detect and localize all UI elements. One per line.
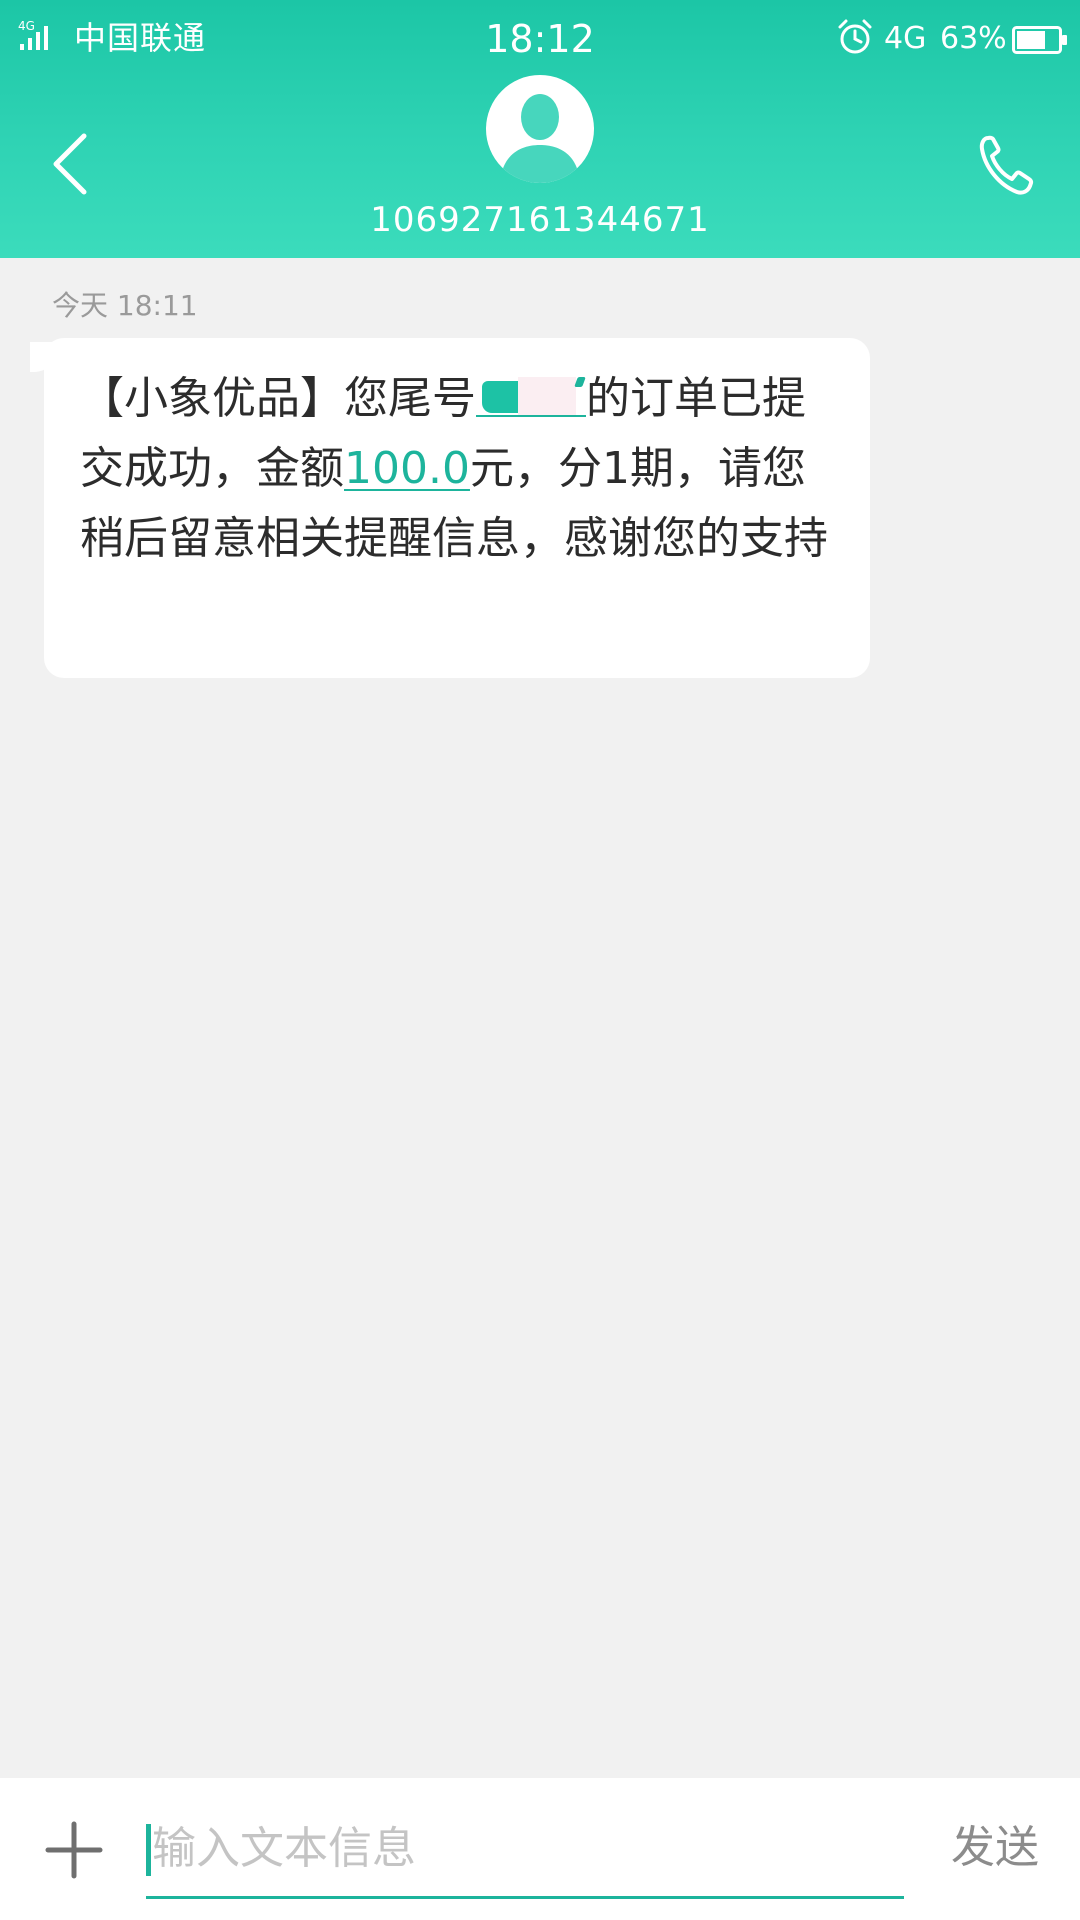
amount-link[interactable]: 100.0 [344,443,470,494]
plus-icon [45,1821,103,1879]
chevron-left-icon [53,133,87,195]
text-cursor [146,1824,151,1876]
network-type: 4G [884,21,927,56]
call-button[interactable] [974,130,1038,200]
redacted-number [476,375,586,417]
network-badge: 4G [18,19,35,33]
send-button[interactable]: 发送 [940,1816,1050,1880]
contact-avatar[interactable] [486,75,594,183]
phone-icon [979,135,1034,195]
contact-number: 106927161344671 [370,200,710,240]
message-input-wrapper [146,1800,904,1899]
signal-strength-icon: 4G [18,19,48,50]
conversation-header: 4G 中国联通 18:12 4G 63% 106927161344671 [0,0,1080,258]
battery-icon [1012,26,1067,54]
message-timestamp: 今天 18:11 [52,289,198,322]
message-part-prefix: 【小象优品】您尾号 [80,373,476,424]
carrier-name: 中国联通 [74,19,207,57]
alarm-clock-icon [838,19,872,54]
back-button[interactable] [40,126,100,202]
battery-percentage: 63% [940,21,1007,56]
sms-conversation-screen: 4G 中国联通 18:12 4G 63% 106927161344671 今天 … [0,0,1080,1920]
status-bar: 4G 中国联通 18:12 4G 63% [0,0,1080,78]
message-text: 【小象优品】您尾号 的订单已提交成功，金额100.0元，分1期，请您稍后留意相关提… [80,364,846,574]
attach-button[interactable] [44,1820,104,1880]
person-silhouette-icon [500,94,580,183]
message-bubble[interactable]: 【小象优品】您尾号 的订单已提交成功，金额100.0元，分1期，请您稍后留意相关提… [30,338,870,678]
message-composer: 发送 [0,1778,1080,1920]
message-input[interactable] [152,1812,892,1884]
